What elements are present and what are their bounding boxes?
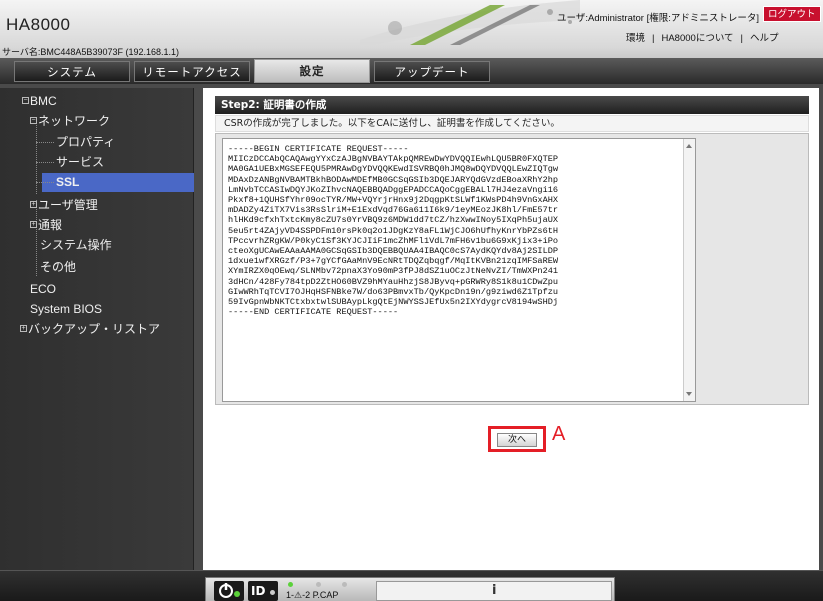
sidebar-item-properties[interactable]: プロパティ <box>56 133 115 150</box>
csr-textarea[interactable]: -----BEGIN CERTIFICATE REQUEST----- MIIC… <box>222 138 696 402</box>
about-link[interactable]: HA8000について <box>661 30 733 44</box>
tree-line <box>36 182 54 183</box>
sidebar-item-label: System BIOS <box>30 302 103 316</box>
expand-icon[interactable]: + <box>30 201 37 208</box>
status-led-icon <box>316 582 321 587</box>
scroll-down-icon[interactable] <box>686 392 692 396</box>
sidebar-item-system-bios[interactable]: System BIOS <box>30 302 102 316</box>
sidebar-item-label: ECO <box>30 282 57 296</box>
sidebar-item-label: SSL <box>56 175 80 189</box>
power-icon <box>219 583 240 598</box>
sidebar-item-label: ネットワーク <box>38 114 111 128</box>
step-description: CSRの作成が完了しました。以下をCAに送付し、証明書を作成してください。 <box>215 115 809 132</box>
status-bar: ID 1-⚠-2 P.CAP i <box>205 577 615 601</box>
tab-system[interactable]: システム <box>14 61 130 82</box>
info-icon[interactable]: i <box>492 583 496 598</box>
csr-scrollbar[interactable] <box>683 139 695 401</box>
sidebar-item-ssl[interactable]: SSL <box>56 175 79 189</box>
environment-link[interactable]: 環境 <box>626 30 645 44</box>
tree-line <box>36 162 54 163</box>
sidebar-item-label: サービス <box>56 155 105 169</box>
sidebar-item-label: その他 <box>40 260 77 274</box>
content-panel: Step2: 証明書の作成 CSRの作成が完了しました。以下をCAに送付し、証明… <box>203 88 819 570</box>
scroll-up-icon[interactable] <box>686 144 692 148</box>
id-led-icon <box>270 590 275 595</box>
expand-icon[interactable]: + <box>30 221 37 228</box>
sidebar-item-label: 通報 <box>38 218 63 232</box>
led-labels: 1-⚠-2 P.CAP <box>286 590 339 600</box>
id-label: ID <box>251 584 266 598</box>
app-window: HA8000 サーバ名:BMC448A5B39073F (192.168.1.1… <box>0 0 823 601</box>
sidebar-item-system-operations[interactable]: システム操作 <box>40 236 112 253</box>
link-separator: | <box>652 33 655 44</box>
sidebar-item-other[interactable]: その他 <box>40 258 76 275</box>
status-led-icon <box>342 582 347 587</box>
csr-text: -----BEGIN CERTIFICATE REQUEST----- MIIC… <box>228 144 559 318</box>
link-separator: | <box>740 33 743 44</box>
sidebar-item-label: バックアップ・リストア <box>28 322 161 336</box>
tab-settings[interactable]: 設定 <box>254 59 370 83</box>
brand-title: HA8000 <box>6 15 71 34</box>
sidebar-item-label: プロパティ <box>56 135 116 149</box>
next-button[interactable]: 次へ <box>497 433 537 447</box>
sidebar-item-user-management[interactable]: + ユーザ管理 <box>30 196 98 213</box>
help-link[interactable]: ヘルプ <box>750 30 779 44</box>
tab-update[interactable]: アップデート <box>374 61 490 82</box>
sidebar-item-eco[interactable]: ECO <box>30 282 56 296</box>
server-name: サーバ名:BMC448A5B39073F (192.168.1.1) <box>2 47 180 57</box>
id-button[interactable]: ID <box>248 581 278 601</box>
annotation-label: A <box>552 423 566 445</box>
sidebar-item-services[interactable]: サービス <box>56 153 104 170</box>
status-led-icon <box>288 582 293 587</box>
top-links: 環境 | HA8000について | ヘルプ <box>626 30 779 44</box>
info-panel: i <box>376 581 612 601</box>
collapse-icon[interactable]: − <box>30 117 37 124</box>
header-swoosh-graphic <box>360 0 580 48</box>
tree-line <box>36 142 54 143</box>
tab-remote-access[interactable]: リモートアクセス <box>134 61 250 82</box>
main-nav: システム リモートアクセス 設定 アップデート <box>0 58 823 84</box>
step-title: Step2: 証明書の作成 <box>215 96 809 114</box>
sidebar-item-network[interactable]: − ネットワーク <box>30 112 110 129</box>
sidebar-item-label: システム操作 <box>40 238 112 252</box>
power-button[interactable] <box>214 581 244 601</box>
sidebar-item-label: ユーザ管理 <box>38 198 98 212</box>
user-info: ユーザ:Administrator [権限:アドミニストレータ] <box>557 13 759 24</box>
sidebar-item-bmc[interactable]: − BMC <box>22 94 57 108</box>
sidebar-item-notification[interactable]: + 通報 <box>30 216 62 233</box>
sidebar-item-backup-restore[interactable]: + バックアップ・リストア <box>20 320 160 337</box>
collapse-icon[interactable]: − <box>22 97 29 104</box>
next-button-highlight: 次へ <box>488 426 546 452</box>
csr-container: -----BEGIN CERTIFICATE REQUEST----- MIIC… <box>215 133 809 405</box>
sidebar-item-label: BMC <box>30 94 57 108</box>
footer: ID 1-⚠-2 P.CAP i <box>0 570 823 601</box>
expand-icon[interactable]: + <box>20 325 27 332</box>
logout-button[interactable]: ログアウト <box>763 6 821 22</box>
